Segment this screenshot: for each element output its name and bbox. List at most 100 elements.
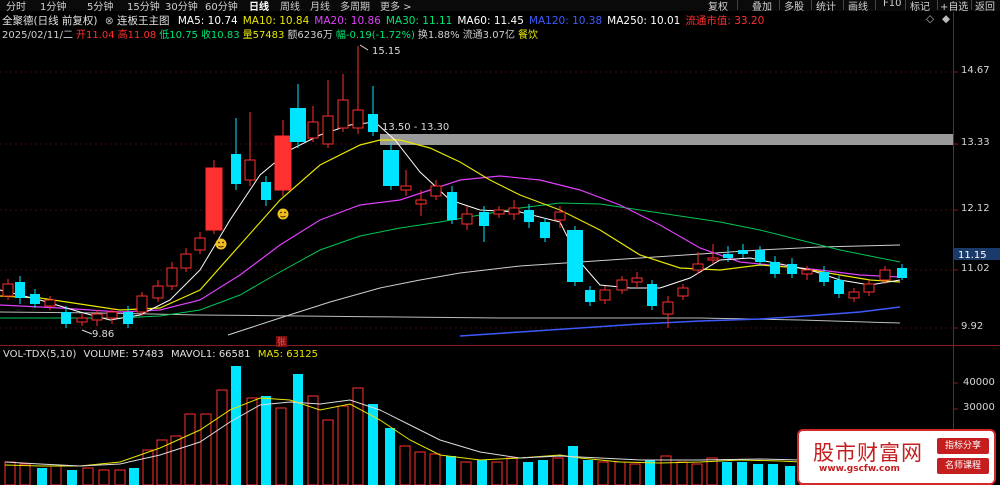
volume-bar[interactable] [645,460,655,485]
candle-body[interactable] [585,290,595,302]
candle-body[interactable] [834,280,844,294]
candle-body[interactable] [819,272,829,282]
ad-course-button[interactable]: 名师课程 [937,458,989,474]
candle-body[interactable] [692,263,704,271]
volume-bar[interactable] [629,463,641,485]
volume-bar[interactable] [37,468,47,485]
candle-body[interactable] [677,287,689,297]
volume-bar[interactable] [523,462,533,485]
candle-body[interactable] [616,279,628,291]
candle-body[interactable] [352,109,364,129]
candle-body[interactable] [508,207,520,215]
candle-body[interactable] [787,264,797,274]
candle-body[interactable] [123,312,133,324]
volume-bar[interactable] [67,470,77,485]
candle-body[interactable] [180,253,192,269]
volume-bar[interactable] [385,428,395,485]
candle-body[interactable] [723,254,733,258]
candle-body[interactable] [2,283,14,297]
candle-body[interactable] [136,295,148,313]
candle-body[interactable] [30,294,40,304]
candle-body[interactable] [631,277,643,283]
kline-chart[interactable]: 15.15 9.86 13.50 - 13.30 张 11.15 [0,0,1000,485]
volume-bar[interactable] [446,456,456,485]
volume-bar[interactable] [184,413,196,485]
candle-body[interactable] [106,311,118,319]
candle-body[interactable] [567,230,583,282]
candle-body[interactable] [447,192,457,220]
volume-bar[interactable] [293,374,303,485]
candle-body[interactable] [738,250,748,254]
candle-body[interactable] [44,299,56,307]
volume-bar[interactable] [200,413,212,485]
candle-body[interactable] [461,213,473,225]
volume-bar[interactable] [231,366,241,485]
candle-body[interactable] [205,167,223,231]
candle-body[interactable] [479,212,489,226]
candle-body[interactable] [554,211,566,221]
volume-bar[interactable] [19,463,31,485]
volume-bar[interactable] [538,460,548,485]
candle-body[interactable] [194,237,206,251]
candle-body[interactable] [863,283,875,293]
candle-body[interactable] [647,284,657,306]
candle-body[interactable] [524,210,534,222]
volume-bar[interactable] [414,451,426,485]
volume-bar[interactable] [552,457,564,485]
candle-body[interactable] [274,135,292,191]
candle-body[interactable] [368,114,378,132]
volume-bar[interactable] [98,469,110,485]
candle-body[interactable] [76,317,88,323]
candle-body[interactable] [261,182,271,200]
volume-bar[interactable] [337,405,349,485]
volume-bar[interactable] [491,461,503,485]
volume-bar[interactable] [275,407,287,485]
volume-bar[interactable] [399,445,411,485]
candle-body[interactable] [755,250,765,262]
candle-body[interactable] [152,285,164,299]
volume-bar[interactable] [170,435,182,485]
candle-body[interactable] [770,262,780,274]
volume-bar[interactable] [722,462,732,485]
volume-bar[interactable] [583,460,593,485]
candle-body[interactable] [415,199,427,205]
candle-body[interactable] [15,282,25,298]
volume-bar[interactable] [82,467,94,485]
ad-indicator-share-button[interactable]: 指标分享 [937,438,989,454]
volume-bar[interactable] [506,457,518,485]
candle-body[interactable] [383,150,399,186]
volume-bar[interactable] [691,463,703,485]
volume-bar[interactable] [785,466,795,485]
volume-bar[interactable] [614,461,626,485]
volume-bar[interactable] [460,461,472,485]
volume-bar[interactable] [129,468,139,485]
candle-body[interactable] [400,185,412,191]
candle-body[interactable] [61,312,71,324]
candle-body[interactable] [493,209,505,215]
candle-body[interactable] [430,185,442,197]
volume-bar[interactable] [477,460,487,485]
candle-body[interactable] [707,257,719,261]
gscfw-watermark-ad[interactable]: 股市财富网 www.gscfw.com 指标分享 名师课程 [797,429,996,485]
volume-indicator-name[interactable]: VOL-TDX(5,10) [3,349,76,360]
candle-body[interactable] [166,267,178,287]
volume-bar[interactable] [50,465,62,485]
candle-body[interactable] [848,291,860,299]
volume-bar[interactable] [142,449,154,485]
volume-bar[interactable] [322,419,334,485]
candle-body[interactable] [91,313,103,321]
candle-body[interactable] [231,154,241,184]
volume-bar[interactable] [568,446,578,485]
candle-body[interactable] [540,222,550,238]
candle-body[interactable] [801,269,813,275]
volume-bar[interactable] [768,464,778,485]
volume-bar[interactable] [114,469,126,485]
volume-bar[interactable] [429,453,441,485]
volume-bar[interactable] [676,461,688,485]
candle-body[interactable] [662,301,674,315]
candle-body[interactable] [244,159,256,181]
candle-body[interactable] [337,99,349,129]
volume-bar[interactable] [753,464,763,485]
candle-body[interactable] [322,115,334,145]
volume-bar[interactable] [597,461,609,485]
